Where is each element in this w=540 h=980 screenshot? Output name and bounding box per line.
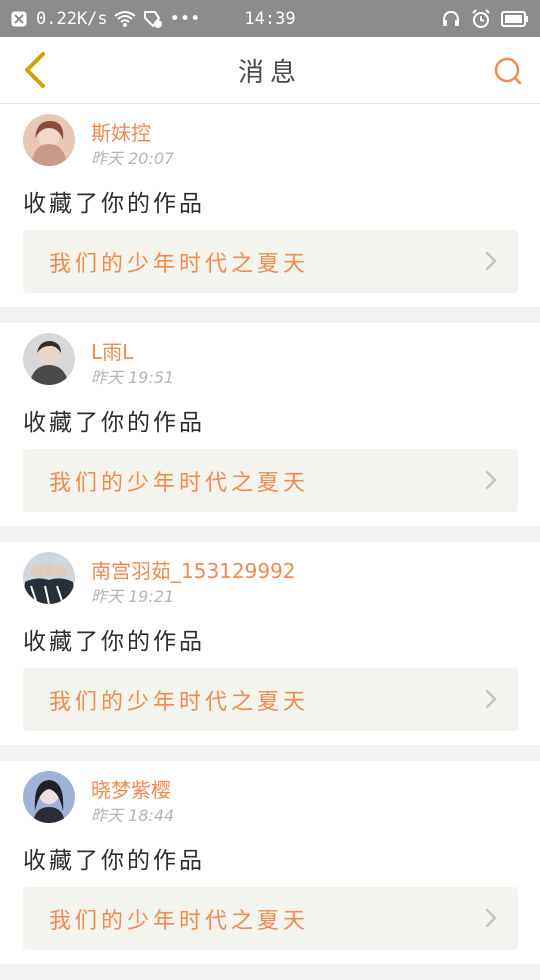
work-title: 我们的少年时代之夏天 [49, 251, 310, 277]
work-link[interactable]: 我们的少年时代之夏天 [23, 887, 518, 950]
notification-item: 晓梦紫樱 昨天 18:44 收藏了你的作品 我们的少年时代之夏天 [0, 761, 540, 964]
search-button[interactable] [486, 49, 530, 93]
work-title: 我们的少年时代之夏天 [49, 470, 310, 496]
action-text: 收藏了你的作品 [23, 629, 205, 655]
user-name[interactable]: 晓梦紫樱 [91, 774, 171, 803]
avatar[interactable] [23, 114, 75, 166]
work-link[interactable]: 我们的少年时代之夏天 [23, 449, 518, 512]
status-bar: 0.22K/s ••• 14:39 [0, 0, 540, 37]
action-text: 收藏了你的作品 [23, 191, 205, 217]
headphones-icon [440, 8, 462, 30]
top-nav-bar: 消息 [0, 37, 540, 104]
work-link[interactable]: 我们的少年时代之夏天 [23, 668, 518, 731]
chevron-right-icon [485, 689, 497, 709]
timestamp: 昨天 19:51 [91, 368, 175, 387]
avatar[interactable] [23, 552, 75, 604]
action-text: 收藏了你的作品 [23, 410, 205, 436]
user-name[interactable]: 斯妹控 [91, 117, 151, 146]
timestamp: 昨天 20:07 [91, 149, 175, 168]
chevron-right-icon [485, 251, 497, 271]
timestamp: 昨天 18:44 [91, 806, 175, 825]
notification-item: L雨L 昨天 19:51 收藏了你的作品 我们的少年时代之夏天 [0, 323, 540, 526]
battery-icon [500, 8, 530, 30]
avatar[interactable] [23, 333, 75, 385]
work-link[interactable]: 我们的少年时代之夏天 [23, 230, 518, 293]
work-title: 我们的少年时代之夏天 [49, 689, 310, 715]
timestamp: 昨天 19:21 [91, 587, 175, 606]
avatar[interactable] [23, 771, 75, 823]
action-text: 收藏了你的作品 [23, 848, 205, 874]
page-title: 消息 [237, 57, 302, 88]
chevron-right-icon [485, 470, 497, 490]
alarm-clock-icon [470, 8, 492, 30]
chevron-right-icon [485, 908, 497, 928]
search-icon [494, 57, 522, 85]
work-title: 我们的少年时代之夏天 [49, 908, 310, 934]
notification-item: 南宫羽茹_153129992 昨天 19:21 收藏了你的作品 我们的少年时代之… [0, 542, 540, 745]
status-right [440, 0, 530, 37]
notification-list: 斯妹控 昨天 20:07 收藏了你的作品 我们的少年时代之夏天 L雨L 昨天 1… [0, 104, 540, 980]
user-name[interactable]: L雨L [91, 336, 133, 365]
notification-item: 斯妹控 昨天 20:07 收藏了你的作品 我们的少年时代之夏天 [0, 104, 540, 307]
user-name[interactable]: 南宫羽茹_153129992 [91, 555, 296, 584]
